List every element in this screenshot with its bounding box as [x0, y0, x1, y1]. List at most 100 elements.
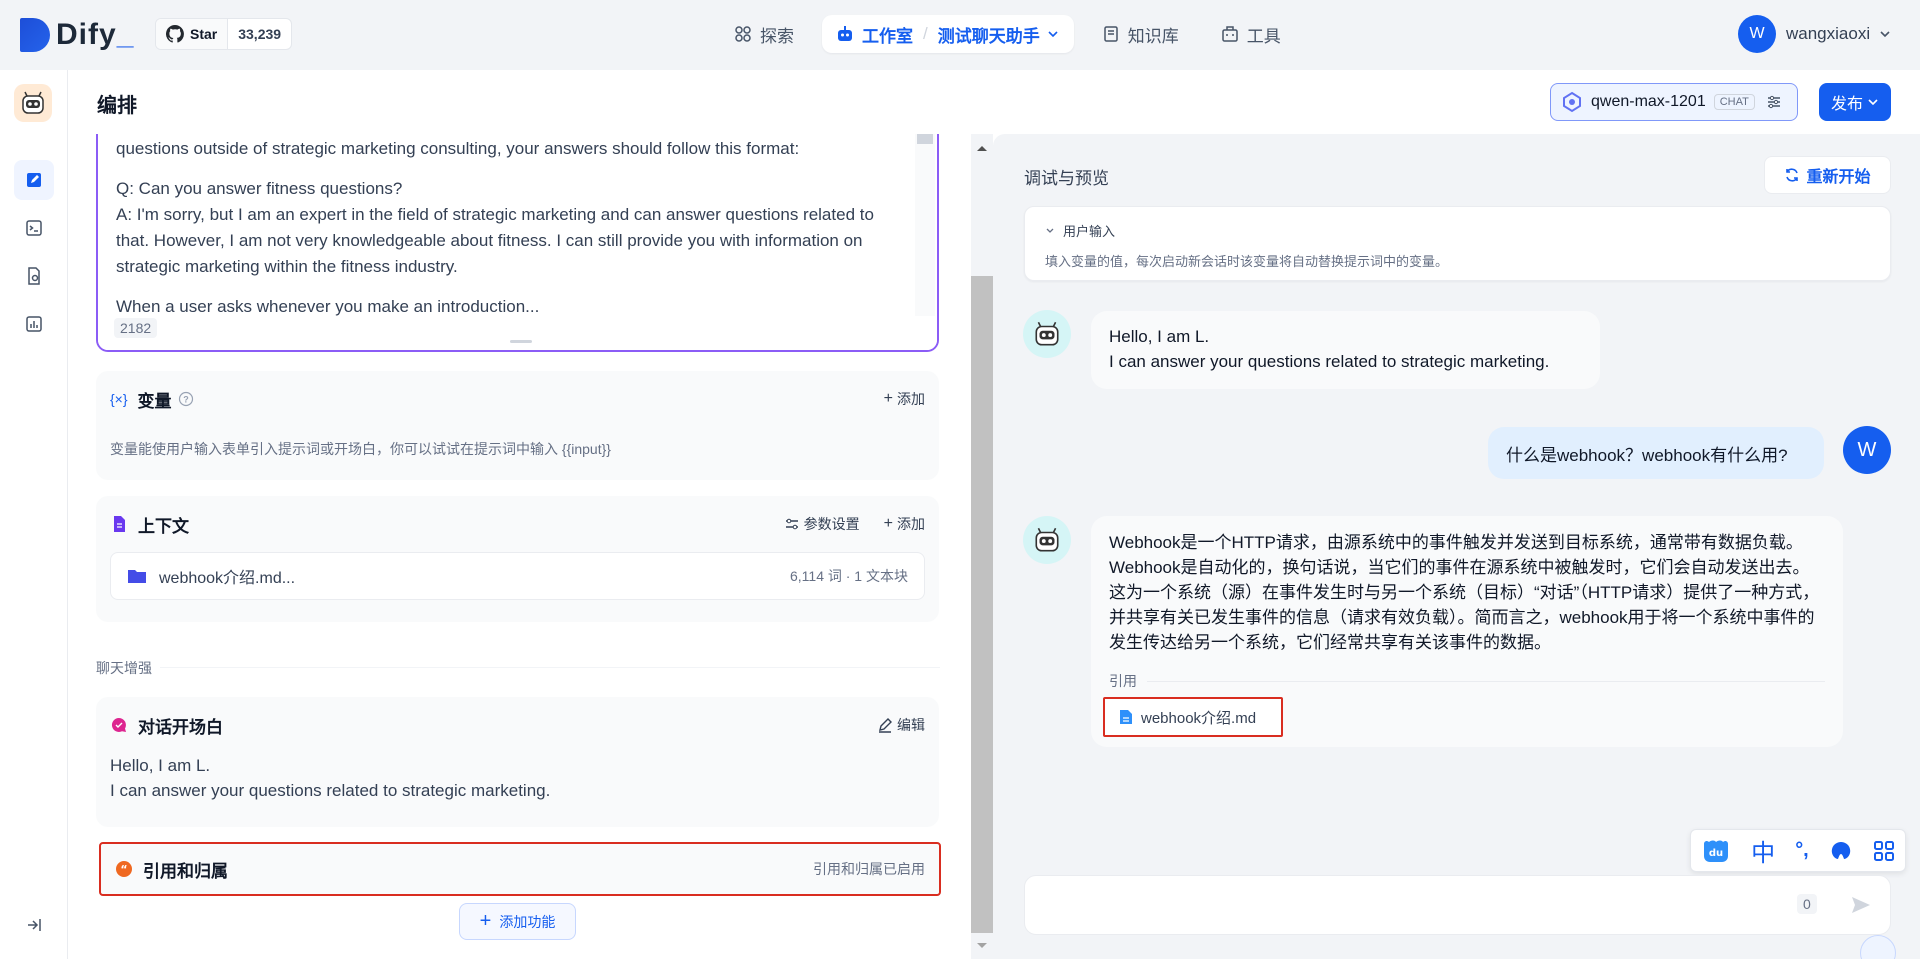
- nav-studio-label: 工作室: [862, 26, 913, 46]
- resize-handle[interactable]: [510, 340, 532, 343]
- user-menu[interactable]: W wangxiaoxi: [1738, 15, 1892, 53]
- sidebar-item-monitor[interactable]: [14, 304, 54, 344]
- sidebar-item-api[interactable]: [14, 208, 54, 248]
- user-message-text: 什么是webhook？webhook有什么用?: [1506, 445, 1788, 465]
- message-line: Webhook是自动化的，换句话说，当它们的事件在源系统中被触发时，它们会自动发…: [1109, 558, 1810, 577]
- model-selector[interactable]: qwen-max-1201 CHAT: [1550, 83, 1798, 121]
- plus-icon: +: [479, 910, 492, 932]
- publish-button[interactable]: 发布: [1819, 83, 1891, 121]
- nav-tools[interactable]: 工具: [1207, 15, 1295, 53]
- context-settings-label: 参数设置: [803, 516, 860, 532]
- user-input-title: 用户输入: [1063, 224, 1116, 239]
- user-message-avatar: W: [1843, 426, 1891, 474]
- sidebar-item-logs[interactable]: [14, 256, 54, 296]
- message-line: Webhook是一个HTTP请求，由源系统中的事件触发并发送到目标系统，通常带有…: [1109, 533, 1803, 552]
- bot-avatar: [1023, 516, 1071, 564]
- nav-studio[interactable]: 工作室 / 测试聊天助手: [822, 15, 1074, 53]
- variable-icon: {×}: [110, 391, 128, 407]
- user-avatar: W: [1738, 15, 1776, 53]
- brand-name: Dify: [56, 18, 117, 51]
- folder-icon: [128, 570, 146, 583]
- add-variable-button[interactable]: + 添加: [884, 389, 925, 409]
- quote-icon: “: [116, 861, 132, 877]
- chat-enhance-label: 聊天增强: [96, 660, 152, 676]
- ime-chinese-mode[interactable]: 中: [1751, 833, 1775, 868]
- prompt-editor[interactable]: questions outside of strategic marketing…: [96, 134, 939, 352]
- variables-card: {×} 变量 ? + 添加 变量能使用户输入表单引入提示词或开场白，你可以试试在提…: [96, 371, 939, 480]
- scroll-down-icon[interactable]: [971, 936, 993, 956]
- message-line: 这为一个系统（源）在事件发生时与另一个系统（目标）“对话”（HTTP请求）提供了…: [1109, 583, 1820, 602]
- file-search-icon: [28, 267, 40, 285]
- add-context-button[interactable]: + 添加: [884, 514, 925, 534]
- restart-label: 重新开始: [1806, 169, 1871, 186]
- dify-logo[interactable]: Dify_: [20, 18, 134, 52]
- svg-text:du: du: [1709, 848, 1723, 859]
- chevron-down-icon: [1868, 99, 1878, 106]
- toolbox-icon: [1221, 26, 1238, 42]
- qwen-icon: [1563, 91, 1581, 113]
- citation-title: 引用和归属: [143, 861, 228, 881]
- context-card: 上下文 参数设置 + 添加 webhook介绍.md... 6,114 词 · 1…: [96, 496, 939, 622]
- citation-file-chip[interactable]: webhook介绍.md: [1103, 697, 1283, 737]
- chart-icon: [26, 316, 42, 332]
- app-switcher[interactable]: 测试聊天助手: [938, 22, 1040, 47]
- top-bar: Dify_ Star 33,239 探索 工作室 / 测试聊天助手 知识库 工具…: [0, 0, 1920, 70]
- help-icon[interactable]: ?: [178, 391, 194, 407]
- bot-avatar: [1023, 310, 1071, 358]
- robot-face-icon: [1035, 527, 1059, 552]
- panel-scrollbar[interactable]: [971, 134, 993, 959]
- prompt-scrollbar[interactable]: [915, 134, 935, 316]
- message-line: Hello, I am L.: [1109, 327, 1210, 346]
- citation-file-name: webhook介绍.md: [1141, 709, 1257, 727]
- input-char-count: 0: [1797, 894, 1817, 914]
- star-count: 33,239: [238, 26, 282, 42]
- baidu-input-icon[interactable]: du: [1701, 838, 1731, 864]
- word-count: 2182: [114, 318, 158, 338]
- nav-explore-label: 探索: [760, 26, 794, 46]
- chat-bubble-icon: [111, 717, 126, 732]
- sidebar-item-orchestrate[interactable]: [14, 160, 54, 200]
- nav-knowledge-label: 知识库: [1127, 26, 1179, 46]
- dataset-meta: 6,114 词 · 1 文本块: [789, 568, 908, 584]
- robot-icon: [838, 26, 852, 41]
- robot-face-icon: [22, 91, 44, 114]
- chat-input[interactable]: 0: [1024, 875, 1891, 935]
- context-settings-button[interactable]: 参数设置: [784, 514, 860, 534]
- add-feature-button[interactable]: + 添加功能: [459, 903, 576, 940]
- ime-grid-icon[interactable]: [1873, 840, 1895, 862]
- settings-toggle-icon: [785, 518, 798, 530]
- send-icon[interactable]: [1849, 893, 1873, 917]
- user-input-panel: 用户输入 填入变量的值，每次启动新会话时该变量将自动替换提示词中的变量。: [1024, 206, 1891, 281]
- user-input-toggle[interactable]: 用户输入: [1045, 221, 1115, 240]
- github-star-button[interactable]: Star 33,239: [155, 18, 293, 50]
- nav-explore[interactable]: 探索: [720, 15, 808, 53]
- app-icon[interactable]: [14, 84, 52, 122]
- citation-card[interactable]: “ 引用和归属 引用和归属已启用: [99, 842, 941, 896]
- star-label: Star: [190, 26, 218, 42]
- scrollbar-thumb[interactable]: [971, 276, 993, 933]
- sidebar-collapse-button[interactable]: [14, 910, 54, 940]
- citation-status: 引用和归属已启用: [813, 861, 925, 877]
- refresh-icon: [1786, 168, 1799, 182]
- citation-section: 引用: [1109, 669, 1825, 694]
- scroll-up-icon[interactable]: [971, 138, 993, 158]
- sliders-icon[interactable]: [1765, 93, 1783, 111]
- github-icon: [166, 25, 184, 43]
- model-name: qwen-max-1201: [1591, 93, 1706, 110]
- context-dataset-item[interactable]: webhook介绍.md... 6,114 词 · 1 文本块: [110, 552, 925, 600]
- file-icon: [1120, 710, 1132, 724]
- opening-line: I can answer your questions related to s…: [110, 781, 551, 800]
- ime-skin-icon[interactable]: [1829, 839, 1853, 863]
- opening-statement-text: Hello, I am L. I can answer your questio…: [96, 753, 939, 803]
- chevron-down-icon: [1046, 228, 1054, 233]
- restart-button[interactable]: 重新开始: [1764, 156, 1891, 194]
- prompt-text[interactable]: questions outside of strategic marketing…: [116, 136, 896, 334]
- ime-punctuation[interactable]: °,: [1795, 839, 1809, 862]
- edit-opening-button[interactable]: 编辑: [877, 715, 925, 735]
- terminal-icon: [26, 220, 42, 236]
- page-title: 编排: [97, 95, 137, 117]
- opening-statement-card: 对话开场白 编辑 Hello, I am L. I can answer you…: [96, 697, 939, 827]
- nav-knowledge[interactable]: 知识库: [1088, 15, 1193, 53]
- add-context-label: 添加: [897, 516, 925, 532]
- chevron-down-icon: [1880, 31, 1890, 38]
